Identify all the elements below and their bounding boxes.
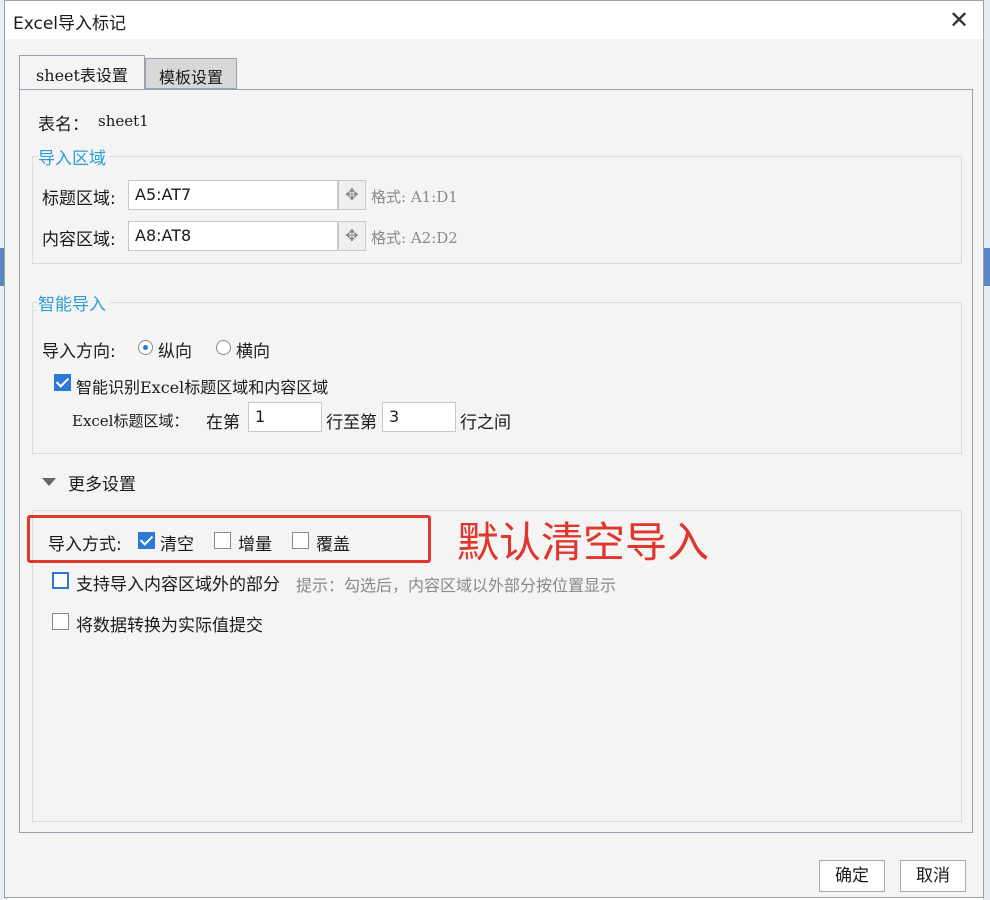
convert-values-checkbox[interactable] <box>52 613 69 630</box>
from-label: 在第 <box>206 413 240 433</box>
close-icon: ✕ <box>948 6 970 34</box>
header-range-label: Excel标题区域： <box>72 412 189 430</box>
from-row-input[interactable]: 1 <box>248 402 322 432</box>
radio-horizontal-label[interactable]: 横向 <box>236 337 270 362</box>
convert-values-label[interactable]: 将数据转换为实际值提交 <box>76 611 263 636</box>
smart-import-title: 智能导入 <box>38 290 110 315</box>
check-icon <box>55 374 70 388</box>
annotation-text: 默认清空导入 <box>457 518 710 567</box>
content-area-input[interactable]: A8:AT8 <box>128 221 338 251</box>
close-button[interactable]: ✕ <box>943 5 975 35</box>
support-outside-label[interactable]: 支持导入内容区域外的部分 <box>76 570 280 595</box>
support-outside-checkbox[interactable] <box>52 572 69 589</box>
dialog-titlebar: Excel导入标记 ✕ <box>5 1 983 39</box>
dialog-title: Excel导入标记 <box>13 14 127 34</box>
collapse-triangle-icon[interactable] <box>42 478 56 486</box>
annotation-highlight-box <box>27 515 431 563</box>
between-label: 行之间 <box>460 413 511 433</box>
auto-detect-checkbox[interactable] <box>54 374 71 391</box>
header-area-label: 标题区域: <box>42 189 116 209</box>
radio-vertical[interactable] <box>138 340 153 355</box>
header-area-input[interactable]: A5:AT7 <box>128 180 338 210</box>
move-arrows-icon: ✥ <box>345 226 359 245</box>
tab-panel: 表名： sheet1 导入区域 标题区域: A5:AT7 ✥ 格式: A1:D1… <box>19 89 973 833</box>
cancel-button[interactable]: 取消 <box>900 860 966 892</box>
background-sheet-right <box>983 0 990 900</box>
import-area-title: 导入区域 <box>38 144 110 169</box>
excel-import-dialog: Excel导入标记 ✕ sheet表设置 模板设置 表名： sheet1 导入区… <box>4 0 984 898</box>
auto-detect-label[interactable]: 智能识别Excel标题区域和内容区域 <box>76 374 328 398</box>
more-settings-title[interactable]: 更多设置 <box>68 470 136 495</box>
content-area-label: 内容区域: <box>42 230 116 250</box>
header-area-format-hint: 格式: A1:D1 <box>371 188 458 206</box>
background-highlight-right <box>984 248 990 286</box>
to-label: 行至第 <box>326 413 377 433</box>
radio-selected-dot <box>143 345 148 350</box>
radio-vertical-label[interactable]: 纵向 <box>158 337 192 362</box>
radio-horizontal[interactable] <box>216 340 231 355</box>
ok-button[interactable]: 确定 <box>819 860 885 892</box>
import-direction-label: 导入方向: <box>42 342 116 362</box>
to-row-input[interactable]: 3 <box>382 402 456 432</box>
move-arrows-icon: ✥ <box>345 185 359 204</box>
content-area-picker[interactable]: ✥ <box>338 221 366 251</box>
content-area-format-hint: 格式: A2:D2 <box>371 229 458 247</box>
header-area-picker[interactable]: ✥ <box>338 180 366 210</box>
tab-template-settings[interactable]: 模板设置 <box>145 58 237 89</box>
tab-sheet-settings[interactable]: sheet表设置 <box>19 55 145 91</box>
sheet-name-label: 表名： <box>38 115 89 135</box>
support-outside-hint: 提示：勾选后，内容区域以外部分按位置显示 <box>296 576 617 595</box>
sheet-name-value: sheet1 <box>98 112 149 130</box>
